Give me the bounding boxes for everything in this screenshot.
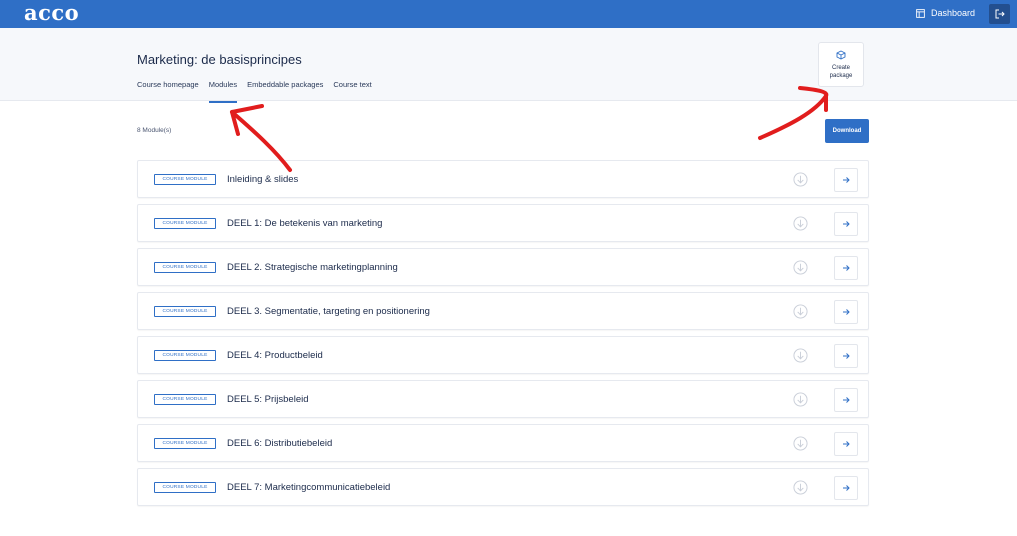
course-module-badge: COURSE MODULE bbox=[154, 306, 216, 317]
module-name[interactable]: DEEL 2. Strategische marketingplanning bbox=[227, 262, 398, 273]
dashboard-icon bbox=[916, 8, 925, 18]
module-row[interactable]: COURSE MODULE DEEL 1: De betekenis van ma… bbox=[137, 204, 869, 242]
module-row[interactable]: COURSE MODULE DEEL 3. Segmentatie, target… bbox=[137, 292, 869, 330]
module-name[interactable]: DEEL 6: Distributiebeleid bbox=[227, 438, 332, 449]
open-module-button[interactable] bbox=[834, 344, 858, 368]
course-tabs: Course homepage Modules Embeddable packa… bbox=[137, 80, 372, 103]
logout-icon bbox=[995, 9, 1005, 19]
open-module-button[interactable] bbox=[834, 212, 858, 236]
tab-modules[interactable]: Modules bbox=[208, 80, 238, 103]
top-bar: acco Dashboard bbox=[0, 0, 1017, 28]
course-module-badge: COURSE MODULE bbox=[154, 438, 216, 449]
open-module-button[interactable] bbox=[834, 300, 858, 324]
download-circle-icon[interactable] bbox=[793, 348, 808, 363]
module-row[interactable]: COURSE MODULE DEEL 7: Marketingcommunicat… bbox=[137, 468, 869, 506]
module-name[interactable]: DEEL 7: Marketingcommunicatiebeleid bbox=[227, 482, 390, 493]
course-module-badge: COURSE MODULE bbox=[154, 218, 216, 229]
course-module-badge: COURSE MODULE bbox=[154, 350, 216, 361]
module-row[interactable]: COURSE MODULE DEEL 5: Prijsbeleid bbox=[137, 380, 869, 418]
download-circle-icon[interactable] bbox=[793, 216, 808, 231]
open-module-button[interactable] bbox=[834, 168, 858, 192]
module-name[interactable]: DEEL 5: Prijsbeleid bbox=[227, 394, 309, 405]
open-module-button[interactable] bbox=[834, 256, 858, 280]
download-circle-icon[interactable] bbox=[793, 436, 808, 451]
open-module-button[interactable] bbox=[834, 432, 858, 456]
logout-button[interactable] bbox=[989, 4, 1010, 24]
module-count: 8 Module(s) bbox=[137, 127, 172, 134]
tab-course-homepage[interactable]: Course homepage bbox=[137, 80, 199, 103]
download-circle-icon[interactable] bbox=[793, 304, 808, 319]
dashboard-label: Dashboard bbox=[931, 8, 976, 18]
create-package-label-1: Create bbox=[831, 64, 850, 71]
course-module-badge: COURSE MODULE bbox=[154, 394, 216, 405]
arrow-right-icon bbox=[843, 265, 850, 271]
module-row[interactable]: COURSE MODULE DEEL 2. Strategische market… bbox=[137, 248, 869, 286]
tab-course-text[interactable]: Course text bbox=[333, 80, 371, 103]
download-circle-icon[interactable] bbox=[793, 392, 808, 407]
arrow-right-icon bbox=[843, 353, 850, 359]
course-module-badge: COURSE MODULE bbox=[154, 482, 216, 493]
tab-embeddable-packages[interactable]: Embeddable packages bbox=[247, 80, 323, 103]
module-name[interactable]: DEEL 4: Productbeleid bbox=[227, 350, 323, 361]
module-row[interactable]: COURSE MODULE DEEL 6: Distributiebeleid bbox=[137, 424, 869, 462]
module-list: COURSE MODULE Inleiding & slides COURSE MO… bbox=[137, 160, 869, 512]
course-module-badge: COURSE MODULE bbox=[154, 262, 216, 273]
open-module-button[interactable] bbox=[834, 476, 858, 500]
dashboard-link[interactable]: Dashboard bbox=[916, 8, 975, 18]
open-module-button[interactable] bbox=[834, 388, 858, 412]
arrow-right-icon bbox=[843, 309, 850, 315]
arrow-right-icon bbox=[843, 397, 850, 403]
arrow-right-icon bbox=[843, 485, 850, 491]
module-name[interactable]: DEEL 1: De betekenis van marketing bbox=[227, 218, 382, 229]
acco-logo[interactable]: acco bbox=[24, 2, 79, 24]
module-name[interactable]: Inleiding & slides bbox=[227, 174, 298, 185]
annotation-arrow-left-head bbox=[230, 104, 264, 136]
create-package-button[interactable]: Create package bbox=[818, 42, 864, 87]
module-name[interactable]: DEEL 3. Segmentatie, targeting en positi… bbox=[227, 306, 430, 317]
arrow-right-icon bbox=[843, 441, 850, 447]
page-title: Marketing: de basisprincipes bbox=[137, 52, 302, 67]
download-button[interactable]: Download bbox=[825, 119, 869, 143]
course-module-badge: COURSE MODULE bbox=[154, 174, 216, 185]
download-circle-icon[interactable] bbox=[793, 172, 808, 187]
module-row[interactable]: COURSE MODULE DEEL 4: Productbeleid bbox=[137, 336, 869, 374]
download-circle-icon[interactable] bbox=[793, 260, 808, 275]
download-circle-icon[interactable] bbox=[793, 480, 808, 495]
package-icon bbox=[836, 49, 846, 60]
arrow-right-icon bbox=[843, 177, 850, 183]
module-row[interactable]: COURSE MODULE Inleiding & slides bbox=[137, 160, 869, 198]
create-package-label-2: package bbox=[829, 72, 853, 79]
arrow-right-icon bbox=[843, 221, 850, 227]
